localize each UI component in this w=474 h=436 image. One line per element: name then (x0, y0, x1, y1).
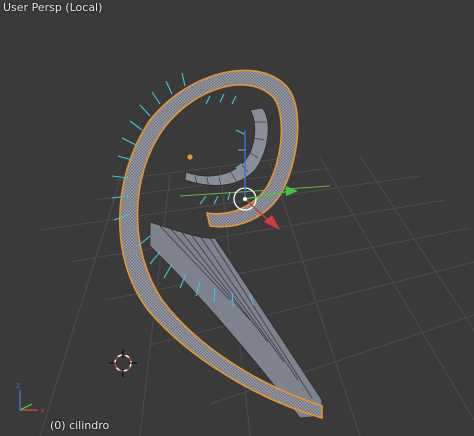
active-object-label: (0) cilindro (50, 419, 110, 432)
3d-viewport[interactable]: z x User Persp (Local) (0) cilindro (0, 0, 474, 436)
svg-text:z: z (16, 381, 20, 390)
object-origin-icon[interactable] (186, 153, 194, 161)
axis-gizmo-icon: z x (16, 381, 45, 415)
scene-canvas[interactable]: z x (0, 0, 474, 436)
3d-cursor-icon[interactable] (109, 349, 137, 377)
mesh-curl-sheet (184, 107, 269, 186)
svg-text:x: x (40, 406, 45, 415)
view-name-label: User Persp (Local) (3, 1, 103, 14)
